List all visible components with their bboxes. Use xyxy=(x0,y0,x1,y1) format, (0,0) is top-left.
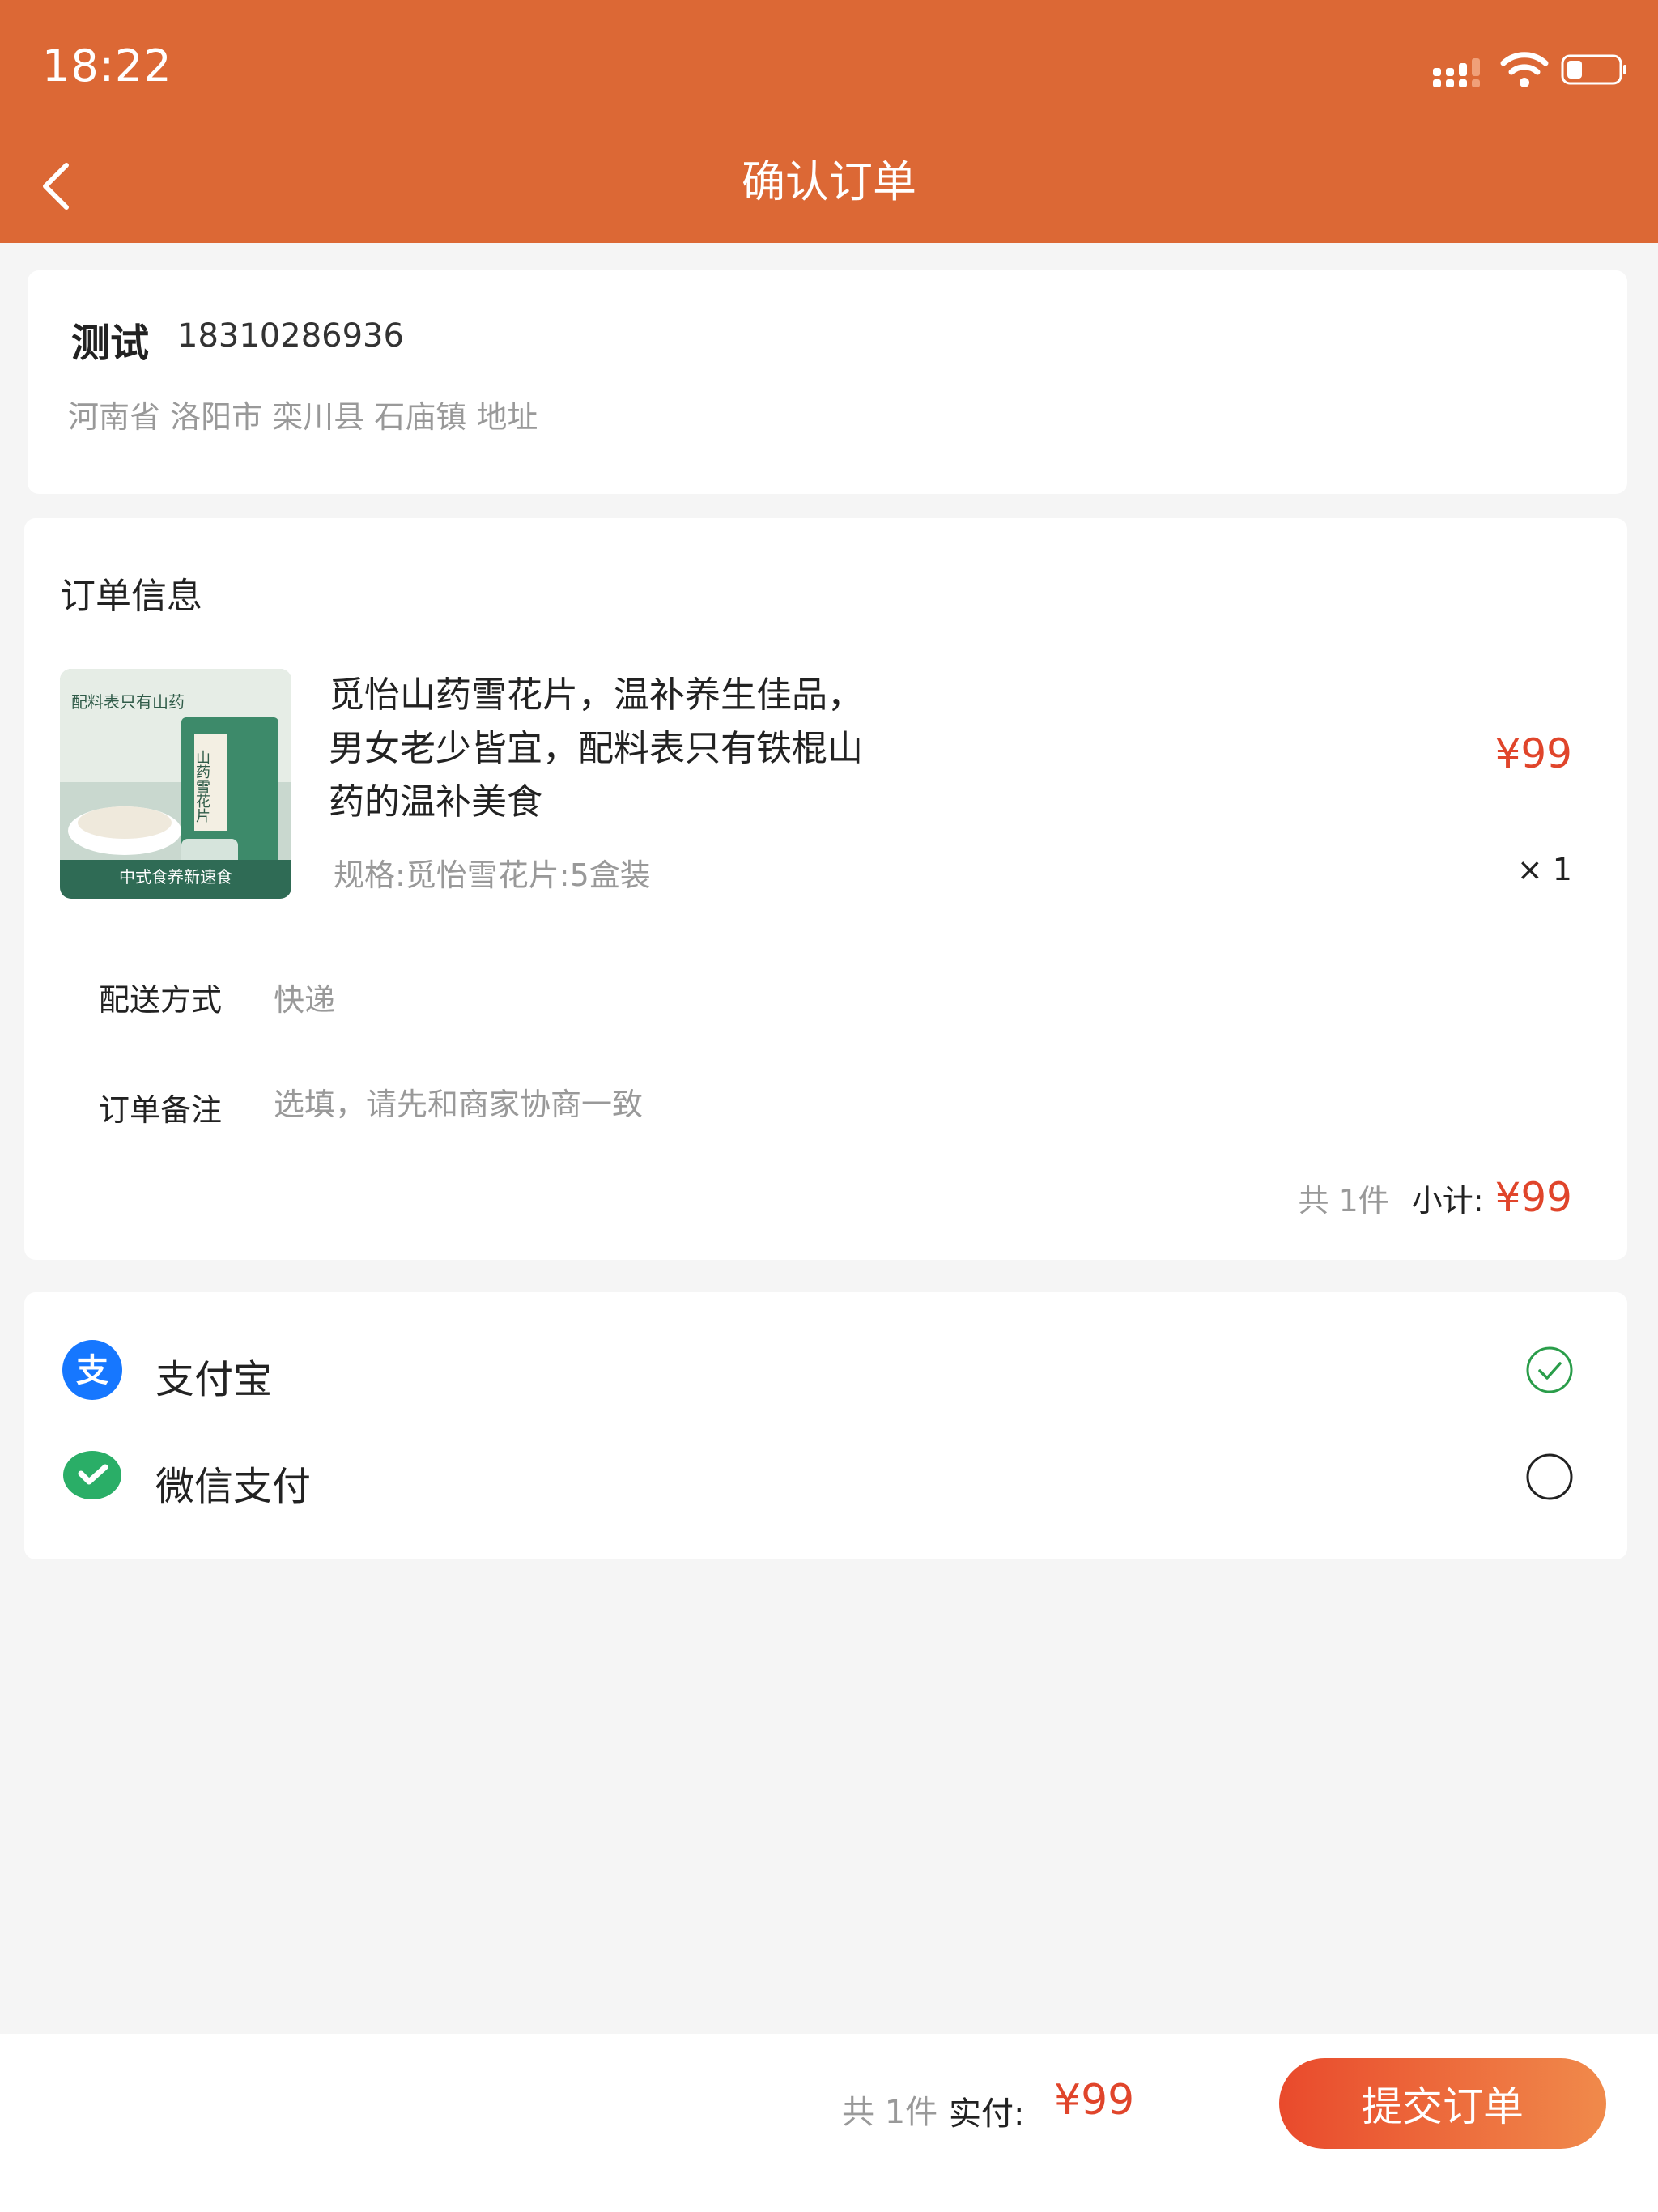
delivery-method-label: 配送方式 xyxy=(99,982,223,1018)
payment-option-alipay[interactable]: 支 支付宝 xyxy=(24,1321,1627,1419)
submit-order-button[interactable]: 提交订单 xyxy=(1279,2058,1606,2149)
recipient-phone: 18310286936 xyxy=(177,317,404,355)
alipay-icon: 支 xyxy=(62,1340,122,1400)
svg-text:支: 支 xyxy=(76,1352,108,1389)
payment-option-label: 支付宝 xyxy=(155,1357,273,1402)
page-title: 确认订单 xyxy=(742,156,916,207)
order-info-card: 订单信息 配料表只有山药 山药雪花片 中式食养新速食 觅怡山药雪花片，温补养生佳… xyxy=(24,518,1627,1260)
image-caption-bottom: 中式食养新速食 xyxy=(119,868,232,887)
product-image-art: 配料表只有山药 山药雪花片 中式食养新速食 xyxy=(60,669,291,899)
wechat-pay-icon xyxy=(63,1451,121,1499)
total-item-count: 共 1件 xyxy=(842,2094,938,2131)
total-paid-label: 实付: xyxy=(949,2095,1025,2133)
status-time: 18:22 xyxy=(42,40,172,91)
order-remark-label: 订单备注 xyxy=(99,1092,223,1128)
delivery-method-value[interactable]: 快递 xyxy=(274,975,335,1019)
product-image[interactable]: 配料表只有山药 山药雪花片 中式食养新速食 xyxy=(60,669,291,899)
payment-option-wechat[interactable]: 微信支付 xyxy=(24,1428,1627,1525)
product-quantity: × 1 xyxy=(1516,852,1572,887)
subtotal-item-count: 共 1件 xyxy=(1298,1183,1389,1219)
product-name[interactable]: 觅怡山药雪花片，温补养生佳品，男女老少皆宜，配料表只有铁棍山药的温补美食 xyxy=(329,669,887,829)
image-caption-top: 配料表只有山药 xyxy=(71,693,185,712)
cellular-signal-icon xyxy=(1433,58,1480,87)
total-paid-amount: ¥99 xyxy=(1054,2076,1135,2125)
payment-method-card: 支 支付宝 微信支付 xyxy=(24,1292,1627,1559)
subtotal-amount: ¥99 xyxy=(1494,1174,1572,1221)
subtotal-label: 小计: xyxy=(1411,1183,1484,1219)
checkout-bar: 共 1件 实付: ¥99 提交订单 xyxy=(0,2034,1658,2212)
wifi-icon xyxy=(1500,52,1549,87)
product-spec: 规格:觅怡雪花片:5盒装 xyxy=(334,857,651,893)
image-caption-box: 山药雪花片 xyxy=(194,750,210,823)
header-bar: 18:22 确认订单 xyxy=(0,0,1658,243)
order-info-title: 订单信息 xyxy=(60,576,202,617)
product-price: ¥99 xyxy=(1494,730,1572,777)
order-remark-input[interactable] xyxy=(274,1080,1326,1129)
radio-unchecked-icon[interactable] xyxy=(1525,1453,1574,1501)
recipient-name: 测试 xyxy=(71,321,150,366)
battery-icon xyxy=(1561,54,1626,85)
radio-checked-icon[interactable] xyxy=(1525,1346,1574,1394)
order-subtotal: 共 1件 小计: ¥99 xyxy=(1298,1174,1572,1226)
payment-option-label: 微信支付 xyxy=(155,1464,312,1509)
recipient-address: 河南省 洛阳市 栾川县 石庙镇 地址 xyxy=(68,399,538,435)
address-card[interactable]: 测试 18310286936 河南省 洛阳市 栾川县 石庙镇 地址 xyxy=(28,270,1627,494)
